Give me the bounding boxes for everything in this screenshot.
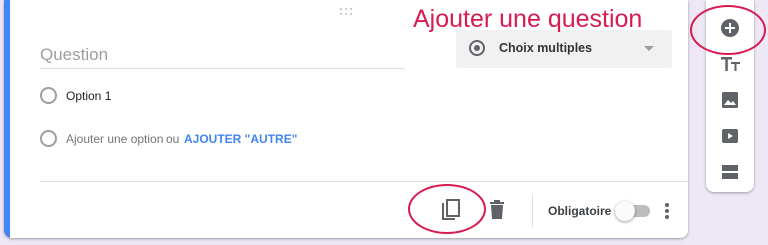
add-title-button[interactable]: [718, 52, 742, 76]
trash-icon: [490, 200, 504, 219]
dropdown-arrow-icon: [644, 46, 654, 51]
video-icon: [722, 129, 738, 143]
toggle-thumb: [615, 201, 635, 221]
option-label[interactable]: Option 1: [66, 89, 111, 103]
footer-separator: [532, 195, 533, 227]
title-text-icon: [721, 57, 740, 71]
add-question-highlight-circle: [690, 5, 766, 55]
annotation-title: Ajouter une question: [413, 5, 643, 33]
image-icon: [722, 92, 738, 108]
question-input[interactable]: [40, 44, 400, 66]
option-radio: [40, 87, 57, 104]
more-options-button[interactable]: [664, 202, 670, 225]
section-icon: [722, 165, 738, 179]
question-field: [40, 40, 405, 69]
question-type-dropdown[interactable]: Choix multiples: [456, 30, 672, 68]
or-text: ou: [166, 132, 180, 146]
delete-button[interactable]: [488, 200, 506, 225]
required-label: Obligatoire: [548, 204, 612, 218]
add-option-link[interactable]: Ajouter une option: [66, 132, 163, 146]
add-option-radio: [40, 130, 57, 147]
add-image-button[interactable]: [718, 88, 742, 112]
footer-divider: [40, 181, 688, 182]
add-other-link[interactable]: AJOUTER "AUTRE": [184, 132, 297, 146]
card-accent-bar: [4, 0, 10, 238]
add-section-button[interactable]: [718, 160, 742, 184]
duplicate-highlight-circle: [408, 184, 486, 234]
more-vertical-icon: [665, 203, 669, 219]
add-video-button[interactable]: [718, 124, 742, 148]
drag-handle-icon[interactable]: [340, 8, 354, 18]
radio-button-icon: [469, 40, 485, 56]
question-type-label: Choix multiples: [499, 41, 593, 55]
question-card[interactable]: Choix multiples Option 1 Ajouter une opt…: [4, 0, 688, 238]
